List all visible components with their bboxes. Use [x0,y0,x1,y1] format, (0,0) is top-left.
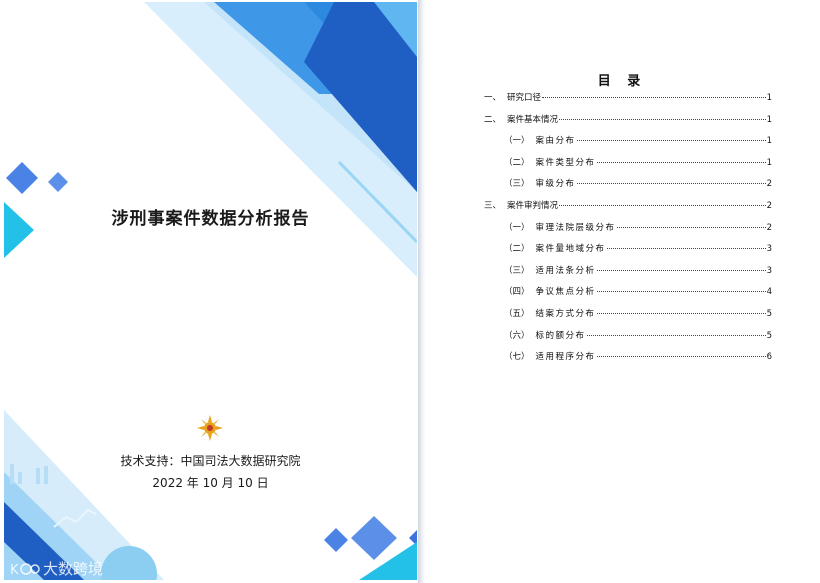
toc-entry-page: 3 [766,265,772,276]
toc-leader-dots [596,161,766,163]
toc-page: 目 录 一、 研究口径 1 二、 案件基本情况 1 （一） 案由分布 1 （二）… [428,2,816,580]
report-date: 2022 年 10 月 10 日 [152,476,269,490]
toc-entry-label: 标的额分布 [535,330,586,341]
toc-entry-number: （六） [504,330,530,341]
toc-entry[interactable]: （一） 案由分布 1 [504,135,772,147]
toc-entry-label: 案由分布 [535,136,576,147]
toc-entry-label: 审理法院层级分布 [535,222,616,233]
toc-entry-page: 1 [766,136,772,147]
toc-entry[interactable]: （三） 审级分布 2 [504,178,772,190]
toc-entry-number: （四） [504,287,530,298]
toc-entry-number: （三） [504,179,530,190]
toc-entry[interactable]: （五） 结案方式分布 5 [504,308,772,320]
toc-leader-dots [559,205,766,206]
toc-entry-label: 案件量地域分布 [535,244,606,255]
toc-entry[interactable]: （四） 争议焦点分析 4 [504,286,772,298]
document-spread: 涉刑事案件数据分析报告 技术支持：中国司法大数据研究院 2022 年 10 月 … [0,0,820,583]
toc-leader-dots [596,313,766,314]
cover-title: 涉刑事案件数据分析报告 [111,209,310,229]
br-diamond-1 [324,528,348,552]
toc-entry-page: 5 [766,309,772,319]
toc-entry-label: 案件类型分布 [535,157,596,168]
toc-entry-label: 适用法条分析 [535,265,596,276]
toc-entry[interactable]: （二） 案件类型分布 1 [504,157,772,169]
toc-leader-dots [596,269,766,271]
toc-entry-number: （三） [504,265,530,276]
toc-entry[interactable]: （三） 适用法条分析 3 [504,265,772,277]
toc-entry-number: （二） [504,157,530,168]
left-diamond-2 [48,172,68,192]
toc-heading: 目 录 [597,74,647,89]
svg-text:K: K [10,563,19,577]
toc-entry[interactable]: 三、 案件审判情况 2 [484,200,772,212]
toc-entry-page: 2 [766,222,772,233]
toc-entry-number: （二） [504,244,530,255]
toc-entry-label: 案件基本情况 [507,114,559,125]
toc-entry[interactable]: 二、 案件基本情况 1 [484,114,772,126]
left-diamond-1 [6,162,38,194]
toc-entry-page: 2 [766,201,772,211]
toc-entry-label: 结案方式分布 [535,309,596,319]
toc-entry-label: 案件审判情况 [507,201,559,211]
toc-entry[interactable]: （七） 适用程序分布 6 [504,351,772,363]
toc-leader-dots [559,118,766,120]
toc-entry-label: 审级分布 [535,179,576,190]
toc-leader-dots [596,291,766,293]
toc-leader-dots [596,356,766,358]
toc-entry-number: （一） [504,136,530,147]
toc-entry-page: 1 [766,157,772,168]
toc-entry-page: 1 [766,114,772,125]
watermark-text: 大数跨境 [43,560,104,578]
br-diamond-2 [351,516,397,560]
toc-entry[interactable]: （六） 标的额分布 5 [504,330,772,342]
toc-entry-page: 3 [766,244,772,255]
toc-leader-dots [576,140,766,142]
toc-entry-label: 争议焦点分析 [535,287,596,298]
toc-leader-dots [586,334,766,336]
toc-entry-number: 一、 [484,93,502,103]
toc-entry-page: 5 [766,330,772,341]
toc-entry-number: 三、 [484,201,502,211]
toc-entry-number: 二、 [484,114,502,125]
toc-entry-number: （一） [504,222,530,233]
page-gutter [418,0,426,583]
toc-entry[interactable]: 一、 研究口径 1 [484,92,772,104]
watermark: K 大数跨境 [10,558,103,579]
cover-page: 涉刑事案件数据分析报告 技术支持：中国司法大数据研究院 2022 年 10 月 … [4,2,417,580]
toc-entry-label: 适用程序分布 [535,352,596,363]
toc-entry[interactable]: （一） 审理法院层级分布 2 [504,222,772,234]
tech-support-line: 技术支持：中国司法大数据研究院 [120,454,301,468]
cover-decoration [4,2,417,580]
toc-entry-page: 4 [766,287,772,298]
watermark-logo-icon: K [10,563,40,577]
toc-entry[interactable]: （二） 案件量地域分布 3 [504,243,772,255]
toc-leader-dots [606,248,766,250]
toc-leader-dots [542,97,766,98]
court-emblem-icon [197,415,223,441]
toc-entry-number: （七） [504,352,530,363]
toc-entry-page: 2 [766,179,772,190]
toc-entry-page: 1 [766,93,772,103]
toc-leader-dots [576,183,766,185]
toc-entry-number: （五） [504,309,530,319]
toc-entry-label: 研究口径 [507,93,542,103]
toc-leader-dots [616,226,766,228]
toc-entry-page: 6 [766,352,772,363]
